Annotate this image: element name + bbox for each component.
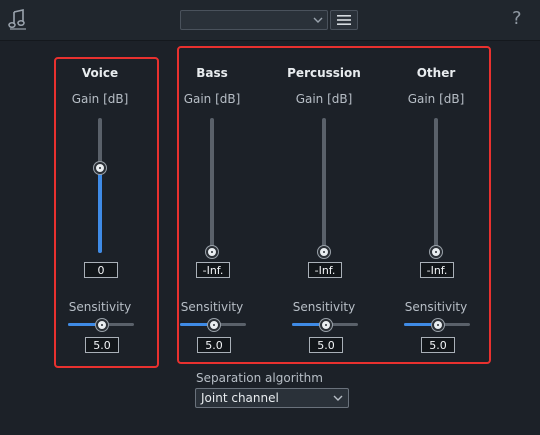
bass-gain-label: Gain [dB] <box>183 92 241 106</box>
other-sensitivity-slider-handle[interactable] <box>432 319 444 331</box>
other-sensitivity-label: Sensitivity <box>404 300 468 314</box>
other-gain-label: Gain [dB] <box>407 92 465 106</box>
bass-sensitivity-slider-handle[interactable] <box>208 319 220 331</box>
percussion-sensitivity-slider-handle[interactable] <box>320 319 332 331</box>
bass-column: Bass Gain [dB] -Inf. Sensitivity 5.0 <box>172 0 252 380</box>
bass-sensitivity-value-field[interactable]: 5.0 <box>197 337 231 353</box>
other-column: Other Gain [dB] -Inf. Sensitivity 5.0 <box>396 0 476 380</box>
bass-sensitivity-label: Sensitivity <box>180 300 244 314</box>
chevron-down-icon <box>333 395 343 401</box>
separation-algorithm-value: Joint channel <box>201 391 279 405</box>
voice-gain-label: Gain [dB] <box>71 92 129 106</box>
voice-column: Voice Gain [dB] 0 Sensitivity 5.0 <box>60 0 140 380</box>
voice-gain-slider-fill <box>98 168 102 253</box>
percussion-column: Percussion Gain [dB] -Inf. Sensitivity 5… <box>284 0 364 380</box>
help-button[interactable]: ? <box>512 8 522 29</box>
percussion-gain-slider-track[interactable] <box>322 118 326 253</box>
percussion-gain-label: Gain [dB] <box>295 92 353 106</box>
voice-sensitivity-slider-handle[interactable] <box>96 319 108 331</box>
percussion-gain-value-field[interactable]: -Inf. <box>308 262 342 278</box>
music-note-icon[interactable] <box>8 9 28 31</box>
voice-title: Voice <box>81 66 119 80</box>
bass-gain-slider-track[interactable] <box>210 118 214 253</box>
bass-gain-value-field[interactable]: -Inf. <box>196 262 230 278</box>
separation-algorithm-label: Separation algorithm <box>196 371 323 385</box>
other-sensitivity-value-field[interactable]: 5.0 <box>421 337 455 353</box>
separation-algorithm-dropdown[interactable]: Joint channel <box>195 388 349 408</box>
percussion-sensitivity-value-field[interactable]: 5.0 <box>309 337 343 353</box>
voice-gain-value-field[interactable]: 0 <box>84 262 118 278</box>
bass-gain-slider-handle[interactable] <box>206 246 218 258</box>
voice-gain-slider-handle[interactable] <box>94 162 106 174</box>
other-gain-value-field[interactable]: -Inf. <box>420 262 454 278</box>
other-gain-slider-handle[interactable] <box>430 246 442 258</box>
percussion-gain-slider-handle[interactable] <box>318 246 330 258</box>
voice-sensitivity-label: Sensitivity <box>68 300 132 314</box>
percussion-sensitivity-label: Sensitivity <box>292 300 356 314</box>
other-gain-slider-track[interactable] <box>434 118 438 253</box>
bass-title: Bass <box>196 66 228 80</box>
voice-sensitivity-value-field[interactable]: 5.0 <box>85 337 119 353</box>
other-title: Other <box>416 66 456 80</box>
percussion-title: Percussion <box>287 66 361 80</box>
